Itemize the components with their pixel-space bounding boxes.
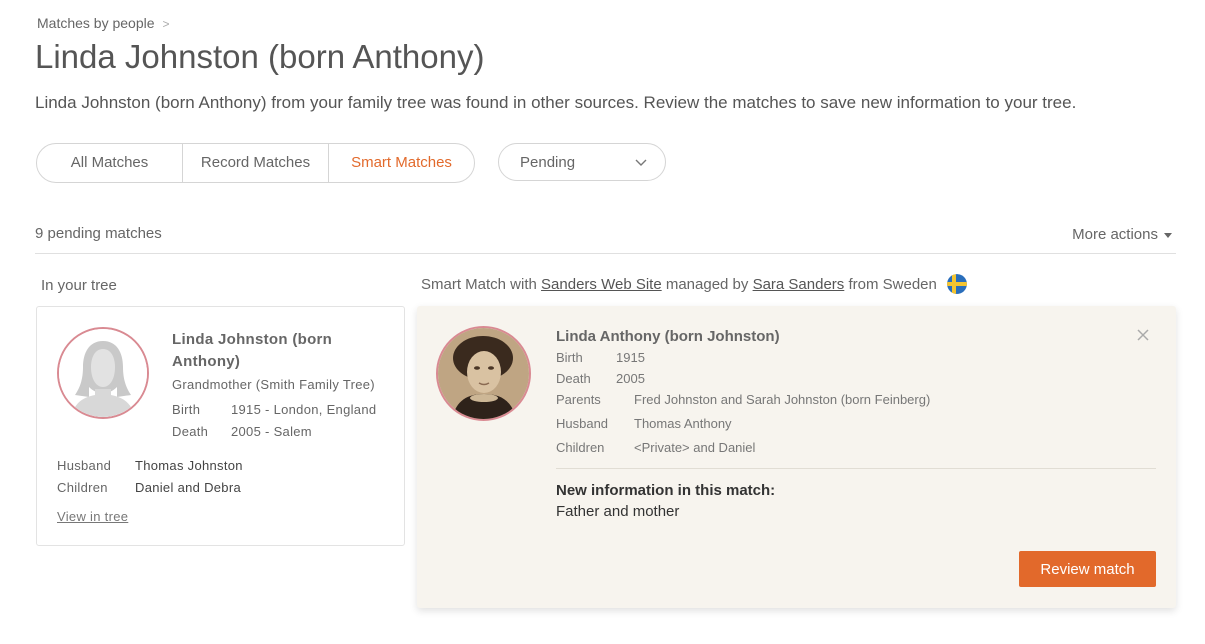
tree-children-row: Children Daniel and Debra [57,480,241,495]
status-filter-value: Pending [520,154,576,171]
from-country-text: from Sweden [848,276,937,293]
parents-value: Fred Johnston and Sarah Johnston (born F… [634,392,931,407]
match-children-row: Children <Private> and Daniel [556,440,755,455]
site-link[interactable]: Sanders Web Site [541,276,662,293]
sweden-flag-icon [947,273,968,294]
manager-link[interactable]: Sara Sanders [753,276,845,293]
pending-matches-count: 9 pending matches [35,225,162,242]
more-actions-menu[interactable]: More actions [1072,226,1172,243]
death-value: 2005 [616,371,645,386]
managed-by-text: managed by [665,276,749,293]
review-match-button[interactable]: Review match [1019,551,1156,587]
birth-value: 1915 - London, England [231,402,377,417]
female-silhouette-icon [59,329,147,417]
tab-all-matches[interactable]: All Matches [37,144,183,182]
match-type-tabs: All Matches Record Matches Smart Matches [36,143,475,183]
husband-label: Husband [556,416,609,431]
parents-label: Parents [556,392,601,407]
birth-value: 1915 [616,350,645,365]
match-birth-row: Birth 1915 [556,350,645,365]
breadcrumb[interactable]: Matches by people > [37,15,170,31]
husband-label: Husband [57,458,112,473]
section-divider [35,253,1176,254]
children-label: Children [57,480,108,495]
breadcrumb-link[interactable]: Matches by people [37,15,155,31]
tree-person-name: Linda Johnston (born Anthony) [172,331,333,370]
tab-smart-matches[interactable]: Smart Matches [329,144,474,182]
match-person-name: Linda Anthony (born Johnston) [556,328,780,345]
status-filter-dropdown[interactable]: Pending [498,143,666,181]
breadcrumb-separator: > [162,17,170,31]
birth-label: Birth [556,350,583,365]
death-label: Death [556,371,591,386]
smart-match-heading: Smart Match with Sanders Web Site manage… [421,273,968,294]
match-divider [556,468,1156,469]
match-photo [436,326,531,421]
avatar [57,327,149,419]
new-info-value: Father and mother [556,503,680,520]
page-title: Linda Johnston (born Anthony) [35,38,485,75]
match-parents-row: Parents Fred Johnston and Sarah Johnston … [556,392,930,407]
tree-husband-row: Husband Thomas Johnston [57,458,243,473]
tree-birth-row: Birth 1915 - London, England [172,402,376,417]
children-label: Children [556,440,605,455]
children-value: <Private> and Daniel [634,440,756,455]
match-husband-row: Husband Thomas Anthony [556,416,732,431]
tree-death-row: Death 2005 - Salem [172,424,312,439]
tab-record-matches[interactable]: Record Matches [183,144,329,182]
view-in-tree-link[interactable]: View in tree [57,509,128,524]
smart-match-card: Linda Anthony (born Johnston) Birth 1915 … [417,306,1176,608]
new-info-title: New information in this match: [556,482,776,499]
more-actions-label: More actions [1072,226,1158,243]
children-value: Daniel and Debra [135,480,241,495]
in-your-tree-heading: In your tree [41,277,117,294]
death-value: 2005 - Salem [231,424,312,439]
smart-match-prefix: Smart Match with [421,276,537,293]
caret-down-icon [1164,232,1172,238]
husband-value: Thomas Johnston [135,458,243,473]
match-death-row: Death 2005 [556,371,645,386]
husband-value: Thomas Anthony [634,416,732,431]
page-subtitle: Linda Johnston (born Anthony) from your … [35,93,1077,112]
death-label: Death [172,424,209,439]
chevron-down-icon [635,159,647,166]
portrait-photo [438,328,529,419]
tree-person-relation: Grandmother (Smith Family Tree) [172,377,375,392]
birth-label: Birth [172,402,201,417]
tree-person-card: Linda Johnston (born Anthony) Grandmothe… [36,306,405,546]
close-icon[interactable] [1136,328,1150,342]
